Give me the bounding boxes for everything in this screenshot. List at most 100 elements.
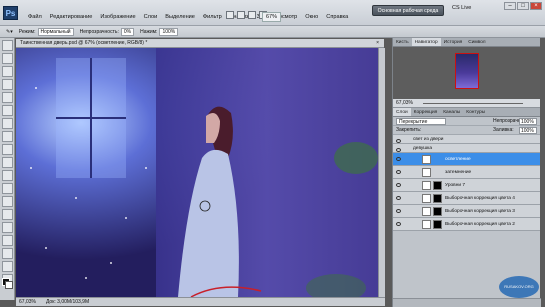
background-color-swatch[interactable] bbox=[5, 281, 13, 289]
layer-row[interactable]: осветление bbox=[393, 153, 540, 166]
visibility-eye-icon[interactable] bbox=[396, 222, 401, 226]
layer-row[interactable]: Уровни 7 bbox=[393, 179, 540, 192]
menu-bar: Ps Файл Редактирование Изображение Слои … bbox=[0, 0, 545, 26]
visibility-eye-icon[interactable] bbox=[396, 196, 401, 200]
layer-mask-thumbnail bbox=[433, 220, 442, 229]
tab-layers[interactable]: Слои bbox=[393, 108, 411, 116]
layer-row[interactable]: затемнение bbox=[393, 166, 540, 179]
mode-select[interactable]: Нормальный bbox=[37, 27, 74, 36]
navigator-tabs: Кисть Навигатор История Символ bbox=[393, 38, 540, 47]
tab-paths[interactable]: Контуры bbox=[463, 108, 488, 116]
mode-label: Режим: bbox=[18, 28, 36, 35]
document-tab[interactable]: Таинственная дверь.psd @ 67% (осветление… bbox=[16, 39, 384, 48]
visibility-eye-icon[interactable] bbox=[396, 157, 401, 161]
flow-field[interactable]: 100% bbox=[159, 27, 179, 36]
cs-live-button[interactable]: CS Live bbox=[452, 5, 471, 11]
layer-thumbnail bbox=[422, 168, 431, 177]
gradient-tool-icon[interactable] bbox=[2, 183, 13, 194]
tab-brush[interactable]: Кисть bbox=[393, 38, 412, 46]
healing-brush-icon[interactable] bbox=[2, 118, 13, 129]
layer-mask-thumbnail bbox=[433, 207, 442, 216]
vertical-scrollbar[interactable] bbox=[378, 48, 385, 297]
close-document-icon[interactable]: × bbox=[376, 39, 379, 48]
eyedropper-icon[interactable] bbox=[2, 105, 13, 116]
tab-channels[interactable]: Каналы bbox=[440, 108, 463, 116]
menu-edit[interactable]: Редактирование bbox=[46, 14, 97, 20]
visibility-eye-icon[interactable] bbox=[396, 148, 401, 152]
layer-row[interactable]: Выборочная коррекция цвета 2 bbox=[393, 218, 540, 231]
tab-navigator[interactable]: Навигатор bbox=[411, 38, 441, 46]
menu-window[interactable]: Окно bbox=[301, 14, 322, 20]
quick-select-icon[interactable] bbox=[2, 79, 13, 90]
navigator-preview[interactable] bbox=[393, 47, 540, 99]
opacity-field[interactable]: 0% bbox=[120, 27, 135, 36]
menu-filter[interactable]: Фильтр bbox=[199, 14, 226, 20]
layer-mask-thumbnail bbox=[433, 194, 442, 203]
pen-tool-icon[interactable] bbox=[2, 209, 13, 220]
selective-color-icon bbox=[422, 220, 431, 229]
fill-field[interactable]: 100% bbox=[519, 126, 537, 134]
layer-name: свет из двери bbox=[413, 137, 444, 142]
menu-layers[interactable]: Слои bbox=[140, 14, 162, 20]
menu-image[interactable]: Изображение bbox=[96, 14, 139, 20]
hand-icon[interactable] bbox=[248, 11, 256, 19]
application-bar-icons bbox=[226, 11, 267, 19]
shape-tool-icon[interactable] bbox=[2, 248, 13, 259]
watermark-logo: RUSAKOV.ORG bbox=[499, 276, 539, 298]
visibility-eye-icon[interactable] bbox=[396, 209, 401, 213]
bridge-icon[interactable] bbox=[226, 11, 234, 19]
status-zoom[interactable]: 67,03% bbox=[19, 298, 36, 306]
workspace-button[interactable]: Основная рабочая среда bbox=[372, 5, 444, 16]
layers-panel-footer bbox=[393, 298, 541, 307]
navigator-thumbnail[interactable] bbox=[455, 53, 479, 89]
mini-bridge-icon[interactable] bbox=[237, 11, 245, 19]
brush-preset-icon[interactable]: ✎▾ bbox=[6, 29, 13, 35]
layer-row[interactable]: Выборочная коррекция цвета 3 bbox=[393, 205, 540, 218]
visibility-eye-icon[interactable] bbox=[396, 139, 401, 143]
history-brush-icon[interactable] bbox=[2, 157, 13, 168]
visibility-eye-icon[interactable] bbox=[396, 183, 401, 187]
maximize-icon[interactable]: □ bbox=[517, 2, 529, 10]
dodge-tool-icon[interactable] bbox=[2, 196, 13, 207]
layer-name: девушка bbox=[413, 146, 433, 151]
image-canvas[interactable] bbox=[16, 48, 378, 297]
layer-mask-thumbnail bbox=[433, 181, 442, 190]
visibility-eye-icon[interactable] bbox=[396, 170, 401, 174]
flow-label: Нажим: bbox=[140, 28, 158, 35]
layers-tabs: Слои Коррекция Каналы Контуры bbox=[393, 108, 540, 117]
layer-row[interactable]: Выборочная коррекция цвета 4 bbox=[393, 192, 540, 205]
lock-label: Закрепить: bbox=[396, 127, 422, 133]
layer-group[interactable]: свет из двери bbox=[393, 135, 540, 144]
brush-tool-icon[interactable] bbox=[2, 131, 13, 142]
options-bar: ✎▾ Режим: Нормальный Непрозрачность: 0% … bbox=[0, 26, 545, 38]
layer-group[interactable]: девушка bbox=[393, 144, 540, 153]
tab-history[interactable]: История bbox=[441, 38, 466, 46]
layer-name: Уровни 7 bbox=[445, 183, 466, 188]
blend-mode-select[interactable]: Перекрытие bbox=[396, 117, 446, 125]
eraser-icon[interactable] bbox=[2, 170, 13, 181]
levels-adjustment-icon bbox=[422, 181, 431, 190]
navigator-zoom-value[interactable]: 67,03% bbox=[396, 100, 413, 106]
menu-help[interactable]: Справка bbox=[322, 14, 352, 20]
move-tool-icon[interactable] bbox=[2, 40, 13, 51]
layer-name: Выборочная коррекция цвета 3 bbox=[445, 209, 515, 214]
marquee-tool-icon[interactable] bbox=[2, 53, 13, 64]
hand-tool-icon[interactable] bbox=[2, 261, 13, 272]
selective-color-icon bbox=[422, 194, 431, 203]
lasso-tool-icon[interactable] bbox=[2, 66, 13, 77]
close-icon[interactable]: × bbox=[530, 2, 542, 10]
navigator-zoom-slider[interactable] bbox=[423, 103, 523, 104]
zoom-level-select[interactable]: 67% bbox=[262, 12, 282, 22]
clone-stamp-icon[interactable] bbox=[2, 144, 13, 155]
crop-tool-icon[interactable] bbox=[2, 92, 13, 103]
tab-character[interactable]: Символ bbox=[465, 38, 488, 46]
selective-color-icon bbox=[422, 207, 431, 216]
layer-opacity-field[interactable]: 100% bbox=[519, 117, 537, 125]
path-select-icon[interactable] bbox=[2, 235, 13, 246]
tab-adjustments[interactable]: Коррекция bbox=[411, 108, 441, 116]
menu-select[interactable]: Выделение bbox=[161, 14, 199, 20]
layer-name: осветление bbox=[445, 157, 471, 162]
menu-file[interactable]: Файл bbox=[24, 14, 46, 20]
type-tool-icon[interactable] bbox=[2, 222, 13, 233]
minimize-icon[interactable]: – bbox=[504, 2, 516, 10]
